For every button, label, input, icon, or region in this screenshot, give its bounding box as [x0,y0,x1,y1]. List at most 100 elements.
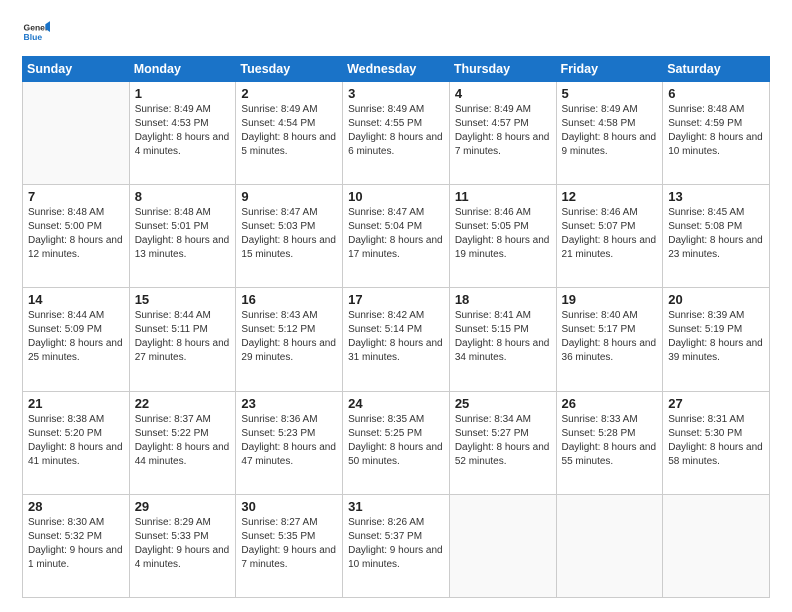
calendar-cell: 30 Sunrise: 8:27 AMSunset: 5:35 PMDayligh… [236,494,343,597]
weekday-header-monday: Monday [129,57,236,82]
calendar-cell: 16 Sunrise: 8:43 AMSunset: 5:12 PMDayligh… [236,288,343,391]
day-number: 30 [241,499,337,514]
svg-text:Blue: Blue [24,32,43,42]
day-info: Sunrise: 8:33 AMSunset: 5:28 PMDaylight:… [562,413,658,469]
day-info: Sunrise: 8:37 AMSunset: 5:22 PMDaylight:… [135,413,231,469]
calendar-cell: 21Sunrise: 8:38 AMSunset: 5:20 PMDayligh… [23,391,130,494]
weekday-header-thursday: Thursday [449,57,556,82]
calendar-cell: 24 Sunrise: 8:35 AMSunset: 5:25 PMDayligh… [343,391,450,494]
day-info: Sunrise: 8:48 AMSunset: 5:00 PMDaylight:… [28,206,124,262]
logo-icon: General Blue [22,18,50,46]
calendar-cell: 26 Sunrise: 8:33 AMSunset: 5:28 PMDayligh… [556,391,663,494]
day-number: 11 [455,189,551,204]
day-info: Sunrise: 8:36 AMSunset: 5:23 PMDaylight:… [241,413,337,469]
logo: General Blue [22,18,53,46]
week-row-5: 28 Sunrise: 8:30 AMSunset: 5:32 PMDayligh… [23,494,770,597]
weekday-header-sunday: Sunday [23,57,130,82]
day-info: Sunrise: 8:29 AMSunset: 5:33 PMDaylight:… [135,516,231,572]
week-row-2: 7 Sunrise: 8:48 AMSunset: 5:00 PMDaylight… [23,185,770,288]
day-info: Sunrise: 8:47 AMSunset: 5:03 PMDaylight:… [241,206,337,262]
day-info: Sunrise: 8:44 AMSunset: 5:11 PMDaylight:… [135,309,231,365]
week-row-3: 14 Sunrise: 8:44 AMSunset: 5:09 PMDayligh… [23,288,770,391]
calendar-cell: 4 Sunrise: 8:49 AMSunset: 4:57 PMDaylight… [449,82,556,185]
calendar-cell: 11 Sunrise: 8:46 AMSunset: 5:05 PMDayligh… [449,185,556,288]
calendar-cell: 8Sunrise: 8:48 AMSunset: 5:01 PMDaylight… [129,185,236,288]
day-number: 25 [455,396,551,411]
calendar-cell: 28 Sunrise: 8:30 AMSunset: 5:32 PMDayligh… [23,494,130,597]
day-number: 13 [668,189,764,204]
calendar-cell: 23 Sunrise: 8:36 AMSunset: 5:23 PMDayligh… [236,391,343,494]
day-info: Sunrise: 8:39 AMSunset: 5:19 PMDaylight:… [668,309,764,365]
day-number: 22 [135,396,231,411]
day-number: 21 [28,396,124,411]
day-number: 27 [668,396,764,411]
day-number: 16 [241,292,337,307]
weekday-header-saturday: Saturday [663,57,770,82]
weekday-header-tuesday: Tuesday [236,57,343,82]
day-number: 28 [28,499,124,514]
day-info: Sunrise: 8:43 AMSunset: 5:12 PMDaylight:… [241,309,337,365]
day-number: 5 [562,86,658,101]
day-info: Sunrise: 8:42 AMSunset: 5:14 PMDaylight:… [348,309,444,365]
day-info: Sunrise: 8:49 AMSunset: 4:57 PMDaylight:… [455,103,551,159]
day-info: Sunrise: 8:44 AMSunset: 5:09 PMDaylight:… [28,309,124,365]
day-number: 7 [28,189,124,204]
day-number: 12 [562,189,658,204]
day-number: 31 [348,499,444,514]
day-info: Sunrise: 8:46 AMSunset: 5:05 PMDaylight:… [455,206,551,262]
calendar-cell: 12Sunrise: 8:46 AMSunset: 5:07 PMDayligh… [556,185,663,288]
header: General Blue [22,18,770,46]
day-number: 15 [135,292,231,307]
day-number: 1 [135,86,231,101]
day-info: Sunrise: 8:40 AMSunset: 5:17 PMDaylight:… [562,309,658,365]
day-number: 4 [455,86,551,101]
calendar-cell: 19 Sunrise: 8:40 AMSunset: 5:17 PMDayligh… [556,288,663,391]
week-row-1: 1Sunrise: 8:49 AMSunset: 4:53 PMDaylight… [23,82,770,185]
calendar-cell: 20 Sunrise: 8:39 AMSunset: 5:19 PMDayligh… [663,288,770,391]
calendar-cell: 27 Sunrise: 8:31 AMSunset: 5:30 PMDayligh… [663,391,770,494]
calendar-cell: 25 Sunrise: 8:34 AMSunset: 5:27 PMDayligh… [449,391,556,494]
day-info: Sunrise: 8:45 AMSunset: 5:08 PMDaylight:… [668,206,764,262]
day-info: Sunrise: 8:47 AMSunset: 5:04 PMDaylight:… [348,206,444,262]
day-number: 24 [348,396,444,411]
calendar-cell: 3Sunrise: 8:49 AMSunset: 4:55 PMDaylight… [343,82,450,185]
day-number: 10 [348,189,444,204]
day-info: Sunrise: 8:49 AMSunset: 4:54 PMDaylight:… [241,103,337,159]
calendar-cell: 2 Sunrise: 8:49 AMSunset: 4:54 PMDaylight… [236,82,343,185]
day-number: 29 [135,499,231,514]
day-number: 26 [562,396,658,411]
day-info: Sunrise: 8:34 AMSunset: 5:27 PMDaylight:… [455,413,551,469]
day-number: 18 [455,292,551,307]
day-info: Sunrise: 8:31 AMSunset: 5:30 PMDaylight:… [668,413,764,469]
day-number: 6 [668,86,764,101]
day-number: 20 [668,292,764,307]
calendar-cell: 9Sunrise: 8:47 AMSunset: 5:03 PMDaylight… [236,185,343,288]
weekday-header-friday: Friday [556,57,663,82]
week-row-4: 21Sunrise: 8:38 AMSunset: 5:20 PMDayligh… [23,391,770,494]
calendar-cell: 22 Sunrise: 8:37 AMSunset: 5:22 PMDayligh… [129,391,236,494]
calendar-cell: 14 Sunrise: 8:44 AMSunset: 5:09 PMDayligh… [23,288,130,391]
day-number: 8 [135,189,231,204]
day-info: Sunrise: 8:49 AMSunset: 4:58 PMDaylight:… [562,103,658,159]
calendar-cell: 7 Sunrise: 8:48 AMSunset: 5:00 PMDaylight… [23,185,130,288]
day-number: 14 [28,292,124,307]
day-number: 2 [241,86,337,101]
calendar: SundayMondayTuesdayWednesdayThursdayFrid… [22,56,770,598]
calendar-cell: 10 Sunrise: 8:47 AMSunset: 5:04 PMDayligh… [343,185,450,288]
day-info: Sunrise: 8:41 AMSunset: 5:15 PMDaylight:… [455,309,551,365]
day-number: 19 [562,292,658,307]
calendar-cell: 5 Sunrise: 8:49 AMSunset: 4:58 PMDaylight… [556,82,663,185]
day-info: Sunrise: 8:35 AMSunset: 5:25 PMDaylight:… [348,413,444,469]
calendar-cell: 17Sunrise: 8:42 AMSunset: 5:14 PMDayligh… [343,288,450,391]
day-info: Sunrise: 8:49 AMSunset: 4:55 PMDaylight:… [348,103,444,159]
calendar-cell: 15 Sunrise: 8:44 AMSunset: 5:11 PMDayligh… [129,288,236,391]
calendar-cell [23,82,130,185]
calendar-cell: 1Sunrise: 8:49 AMSunset: 4:53 PMDaylight… [129,82,236,185]
day-info: Sunrise: 8:48 AMSunset: 4:59 PMDaylight:… [668,103,764,159]
calendar-cell: 6 Sunrise: 8:48 AMSunset: 4:59 PMDaylight… [663,82,770,185]
day-info: Sunrise: 8:30 AMSunset: 5:32 PMDaylight:… [28,516,124,572]
day-info: Sunrise: 8:27 AMSunset: 5:35 PMDaylight:… [241,516,337,572]
weekday-header-row: SundayMondayTuesdayWednesdayThursdayFrid… [23,57,770,82]
day-number: 23 [241,396,337,411]
day-info: Sunrise: 8:26 AMSunset: 5:37 PMDaylight:… [348,516,444,572]
